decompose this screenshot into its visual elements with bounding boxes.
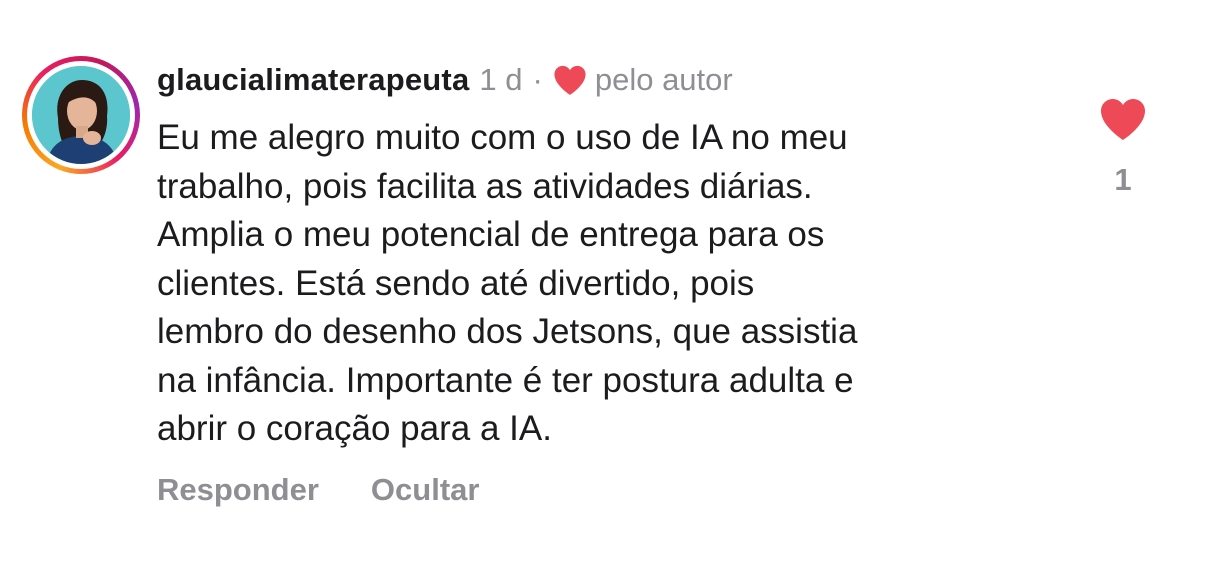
like-button[interactable] [1099, 98, 1147, 140]
comment-line: na infância. Importante é ter postura ad… [157, 360, 854, 400]
avatar[interactable] [32, 66, 130, 164]
avatar-story-ring[interactable] [22, 56, 140, 174]
like-column: 1 [1094, 98, 1152, 198]
comment-header: glaucialimaterapeuta 1 d · pelo autor [157, 58, 733, 102]
username-link[interactable]: glaucialimaterapeuta [157, 62, 469, 98]
comment-line: clientes. Está sendo até divertido, pois [157, 263, 755, 303]
comment-timestamp: 1 d [479, 62, 523, 97]
comment-line: abrir o coração para a IA. [157, 409, 552, 448]
hide-button[interactable]: Ocultar [371, 472, 480, 508]
reply-button[interactable]: Responder [157, 472, 319, 508]
comment-text: Eu me alegro muito com o uso de IA no me… [157, 114, 1057, 454]
like-count[interactable]: 1 [1114, 162, 1131, 198]
heart-icon [553, 65, 587, 95]
heart-icon [1101, 99, 1145, 140]
separator-dot: · [532, 62, 543, 97]
comment-line: trabalho, pois facilita as atividades di… [157, 166, 813, 206]
comment-line: Amplia o meu potencial de entrega para o… [157, 215, 825, 254]
comment-actions: Responder Ocultar [157, 472, 479, 508]
comment-line: Eu me alegro muito com o uso de IA no me… [157, 118, 848, 157]
avatar-image [32, 66, 130, 164]
avatar-ring-gap [27, 61, 135, 169]
liked-by-author-label: pelo autor [594, 62, 733, 97]
comment-line: lembro do desenho dos Jetsons, que assis… [157, 312, 858, 351]
